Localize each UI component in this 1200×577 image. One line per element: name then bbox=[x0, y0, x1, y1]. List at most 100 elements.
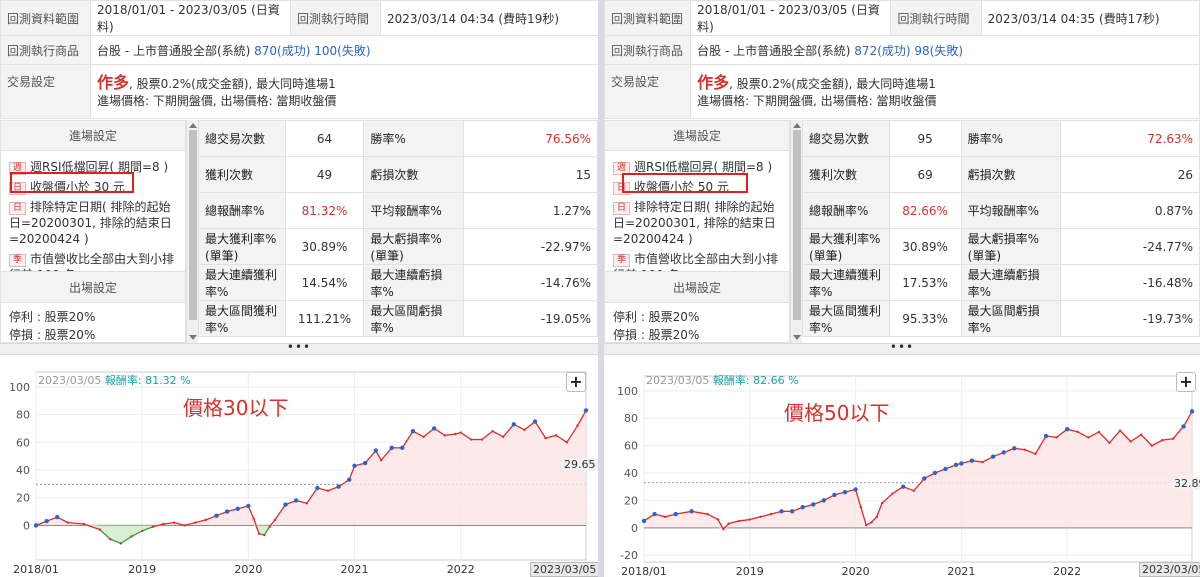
condition-text: 排除特定日期( 排除的起始日=20200301, 排除的結束日=20200424… bbox=[9, 200, 172, 246]
stats-row: 獲利次數 69 虧損次數 26 bbox=[802, 156, 1200, 193]
scroll-up-icon[interactable] bbox=[189, 123, 197, 128]
entry-settings: 進場設定週週RSI低檔回昇( 期間=8 ) 日收盤價小於 50 元日排除特定日期(… bbox=[604, 120, 790, 343]
reference-value-label: 29.65 bbox=[562, 458, 598, 471]
stat-value: 26 bbox=[1059, 156, 1200, 193]
series-point bbox=[842, 489, 848, 495]
product-label: 回測執行商品 bbox=[0, 35, 91, 65]
legend-value: 82.66 % bbox=[753, 374, 799, 387]
condition-text: 週RSI低檔回昇( 期間=8 ) bbox=[634, 160, 773, 174]
period-tag: 季 bbox=[613, 254, 631, 267]
series-point bbox=[716, 518, 720, 521]
series-point bbox=[953, 462, 959, 467]
x-tick-label: 2022 bbox=[1053, 565, 1081, 577]
series-point bbox=[859, 506, 863, 509]
series-point bbox=[183, 524, 186, 527]
series-point bbox=[969, 458, 975, 463]
y-tick-label: 20 bbox=[16, 492, 30, 505]
zoom-plus-button[interactable]: + bbox=[1176, 372, 1196, 392]
series-point bbox=[66, 521, 70, 524]
series-point bbox=[480, 438, 484, 441]
stats-table: 總交易次數 95 勝率% 72.63% 獲利次數 69 虧損次數 26 總報酬率% 82.66% 平… bbox=[802, 120, 1200, 337]
series-point bbox=[1001, 450, 1006, 455]
series-point bbox=[336, 484, 341, 489]
zoom-plus-button[interactable]: + bbox=[566, 372, 586, 392]
exit-settings: 出場設定 停利 : 股票20% 停損 : 股票20% bbox=[1, 271, 185, 342]
failed-count-link[interactable]: 100(失敗) bbox=[314, 44, 370, 58]
entry-settings-title: 進場設定 bbox=[605, 121, 789, 151]
resize-grip[interactable]: ••• bbox=[0, 341, 598, 355]
stat-label: 最大區間虧損率% bbox=[363, 300, 464, 337]
series-point bbox=[689, 509, 694, 514]
series-point bbox=[172, 521, 176, 524]
scroll-thumb[interactable] bbox=[793, 130, 801, 320]
trade-settings-cell: 作多, 股票0.2%(成交金額), 最大同時進場1 進場價格: 下期開盤價, 出場… bbox=[690, 64, 1200, 119]
series-point bbox=[811, 502, 816, 507]
stats-row: 最大區間獲利率% 95.33% 最大區間虧損率% -19.73% bbox=[802, 300, 1200, 337]
trade-desc: , 股票0.2%(成交金額), 最大同時進場1 bbox=[129, 76, 336, 91]
series-point bbox=[326, 489, 330, 492]
stats-row: 最大獲利率%(單筆) 30.89% 最大虧損率%(單筆) -24.77% bbox=[802, 228, 1200, 265]
scroll-down-icon[interactable] bbox=[793, 335, 801, 340]
series-point bbox=[544, 436, 547, 440]
x-tick-label: 2019 bbox=[736, 565, 764, 577]
y-tick-label: 100 bbox=[9, 381, 30, 394]
stat-value: -22.97% bbox=[462, 228, 598, 265]
highlight-box bbox=[622, 173, 748, 193]
exit-settings: 出場設定 停利 : 股票20% 停損 : 股票20% bbox=[605, 271, 789, 342]
equity-chart-svg: -20 0 20 40 60 80 100 2018/01 2019 2020 2021 2022 bbox=[617, 375, 1195, 577]
series-point bbox=[214, 513, 219, 518]
exec-time-value: 2023/03/14 04:35 (費時17秒) bbox=[980, 0, 1200, 36]
stat-label: 最大區間虧損率% bbox=[960, 300, 1061, 337]
series-point bbox=[224, 509, 230, 514]
stat-label: 最大獲利率%(單筆) bbox=[198, 228, 286, 265]
stat-value: 82.66% bbox=[888, 192, 962, 229]
app-root: 回測資料範圍 2018/01/01 - 2023/03/05 (日資料) 回測執行時… bbox=[0, 0, 1200, 577]
y-tick-label: 80 bbox=[624, 412, 638, 425]
product-value-cell: 台股 - 上市普通股全部(系統) 872(成功) 98(失敗) bbox=[690, 35, 1200, 65]
series-point bbox=[315, 485, 320, 491]
entry-condition: 日排除特定日期( 排除的起始日=20200301, 排除的結束日=2020042… bbox=[1, 197, 185, 249]
series-point bbox=[162, 522, 165, 526]
trade-desc-line2: 進場價格: 下期開盤價, 出場價格: 當期收盤價 bbox=[97, 93, 337, 108]
resize-grip[interactable]: ••• bbox=[604, 341, 1200, 355]
stat-value: 15 bbox=[462, 156, 598, 193]
chart-legend: 2023/03/05 報酬率: 81.32 % bbox=[38, 372, 191, 388]
series-point bbox=[532, 419, 538, 424]
scroll-up-icon[interactable] bbox=[793, 123, 801, 128]
series-point bbox=[523, 428, 526, 432]
chart-annotation: 價格30以下 bbox=[183, 396, 289, 420]
success-count-link[interactable]: 870(成功) bbox=[254, 44, 310, 58]
success-count-link[interactable]: 872(成功) bbox=[854, 44, 910, 58]
scroll-down-icon[interactable] bbox=[189, 335, 197, 340]
product-value: 台股 - 上市普通股全部(系統) bbox=[97, 43, 251, 58]
stat-label: 虧損次數 bbox=[960, 156, 1061, 193]
legend-label: 報酬率: bbox=[712, 374, 750, 387]
highlight-box bbox=[10, 172, 134, 193]
equity-chart: -20 0 20 40 60 80 100 2018/01 2019 2020 2021 2022 20… bbox=[604, 355, 1200, 577]
stat-label: 總報酬率% bbox=[198, 192, 286, 229]
series-point bbox=[454, 432, 457, 436]
entry-scrollbar[interactable] bbox=[790, 120, 802, 343]
stat-label: 勝率% bbox=[363, 120, 464, 157]
stat-label: 平均報酬率% bbox=[363, 192, 464, 229]
stat-value: 76.56% bbox=[462, 120, 598, 157]
series-point bbox=[379, 459, 383, 462]
series-point bbox=[990, 454, 996, 459]
stat-value: 111.21% bbox=[284, 300, 365, 337]
entry-scrollbar[interactable] bbox=[186, 120, 198, 343]
series-point bbox=[832, 492, 837, 498]
range-label: 回測資料範圍 bbox=[604, 0, 692, 36]
series-point bbox=[641, 518, 647, 524]
stat-value: 72.63% bbox=[1059, 120, 1200, 157]
series-point bbox=[738, 519, 741, 523]
failed-count-link[interactable]: 98(失敗) bbox=[914, 44, 963, 58]
stat-label: 最大連續虧損率% bbox=[363, 264, 464, 301]
scroll-thumb[interactable] bbox=[189, 130, 197, 320]
series-point bbox=[1055, 436, 1058, 439]
stats-row: 總報酬率% 82.66% 平均報酬率% 0.87% bbox=[802, 192, 1200, 229]
period-tag: 日 bbox=[613, 202, 631, 215]
series-point bbox=[443, 434, 446, 437]
series-point bbox=[576, 424, 579, 427]
stat-value: -19.73% bbox=[1059, 300, 1200, 337]
series-point bbox=[1108, 441, 1111, 445]
